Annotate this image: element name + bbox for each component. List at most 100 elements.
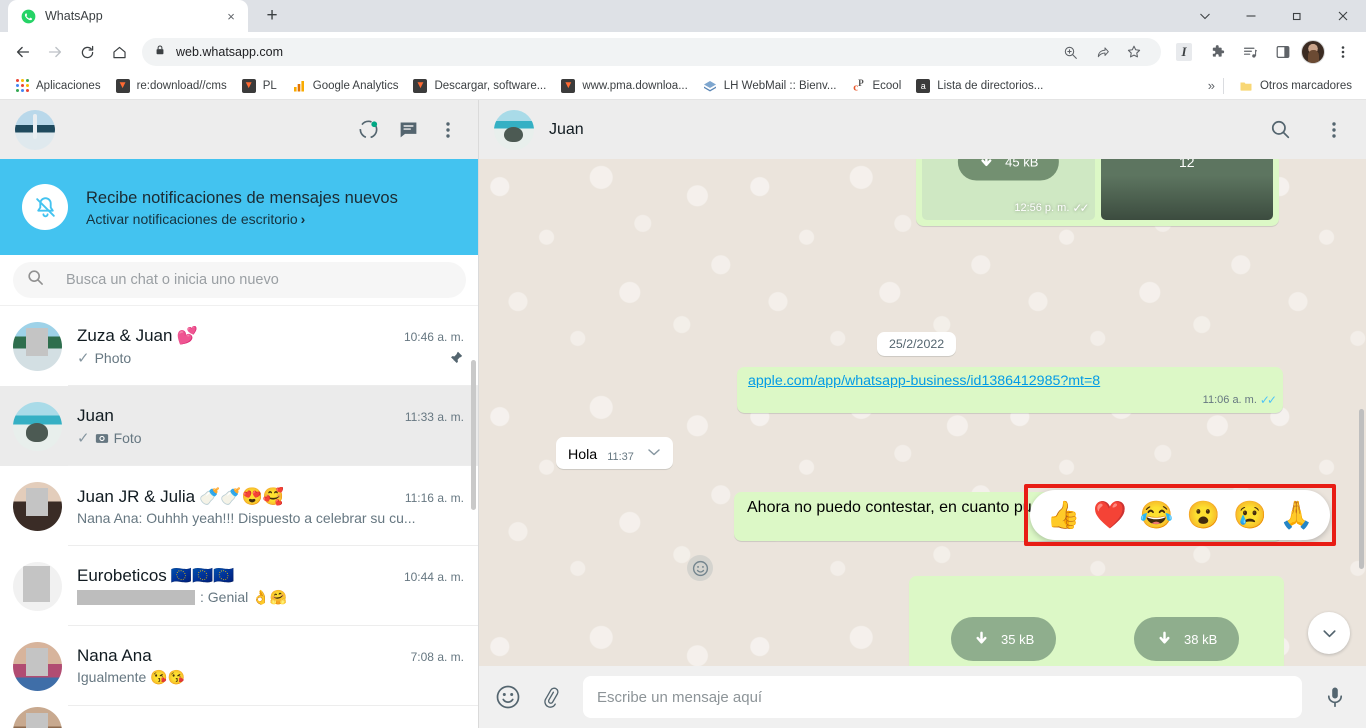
share-icon[interactable]	[1087, 37, 1117, 67]
bookmark-apps[interactable]: Aplicaciones	[8, 75, 107, 97]
message-area[interactable]: 45 kB 12:56 p. m. ✓✓ 12 25/2/2022 apple.…	[479, 159, 1366, 666]
message-meta: 12:56 p. m. ✓✓	[1014, 201, 1089, 215]
avatar[interactable]	[13, 401, 62, 451]
reload-icon[interactable]	[72, 37, 102, 67]
link-text[interactable]: apple.com/app/whatsapp-business/id138641…	[748, 373, 1274, 389]
chat-name-text: Nana Ana	[77, 646, 152, 665]
status-ring-icon[interactable]	[354, 116, 382, 144]
contact-avatar[interactable]	[494, 109, 534, 150]
download-size: 38 kB	[1184, 631, 1218, 647]
avatar[interactable]	[13, 706, 62, 728]
list-item[interactable]: Nana Ana 7:08 a. m. Igualmente 😘😘	[0, 626, 478, 706]
bookmark-pl[interactable]: ▼ PL	[235, 75, 283, 97]
maximize-icon[interactable]	[1274, 0, 1320, 32]
bookmark-lh-webmail[interactable]: LH WebMail :: Bienv...	[696, 75, 843, 97]
chat-name: Eurobeticos 🇪🇺🇪🇺🇪🇺	[77, 566, 234, 586]
chat-preview: ✓ Photo	[77, 349, 131, 367]
reading-list-icon[interactable]	[1235, 37, 1265, 67]
attachments-message-bubble[interactable]: 35 kB 38 kB	[909, 576, 1284, 666]
camera-icon	[95, 431, 109, 445]
message-input[interactable]: Escribe un mensaje aquí	[583, 676, 1302, 718]
media-thumbnail-1[interactable]: 45 kB 12:56 p. m. ✓✓	[922, 159, 1095, 220]
chevron-right-icon: ›	[300, 210, 306, 227]
whatsapp-app: Recibe notificaciones de mensajes nuevos…	[0, 100, 1366, 728]
zoom-icon[interactable]	[1055, 37, 1085, 67]
search-icon[interactable]	[1266, 116, 1294, 144]
double-tick-icon: ✓✓	[1072, 201, 1089, 215]
search-bar-wrapper: Busca un chat o inicia uno nuevo	[0, 255, 478, 306]
chat-name: Juan JR & Julia 🍼🍼😍🥰	[77, 487, 284, 507]
avatar[interactable]	[13, 561, 62, 611]
minimize-icon[interactable]	[1228, 0, 1274, 32]
profile-avatar[interactable]	[1301, 40, 1325, 64]
download-button[interactable]: 45 kB	[958, 159, 1059, 180]
microphone-icon[interactable]	[1320, 682, 1350, 712]
side-panel-icon[interactable]	[1268, 37, 1298, 67]
italic-extension-icon[interactable]: I	[1169, 37, 1199, 67]
ecool-icon: cP	[853, 77, 864, 94]
other-bookmarks-button[interactable]: Otros marcadores	[1232, 75, 1358, 97]
chrome-menu-icon[interactable]	[1328, 37, 1358, 67]
avatar[interactable]	[13, 641, 62, 691]
bookmarks-overflow-button[interactable]: »	[1208, 78, 1215, 93]
close-icon[interactable]: ×	[222, 7, 240, 25]
redacted-sender	[77, 590, 195, 605]
home-icon[interactable]	[104, 37, 134, 67]
bookmark-google-analytics[interactable]: Google Analytics	[285, 75, 405, 97]
new-chat-icon[interactable]	[394, 116, 422, 144]
download-button-1[interactable]: 35 kB	[951, 617, 1057, 661]
avatar[interactable]	[13, 481, 62, 531]
search-input[interactable]: Busca un chat o inicia uno nuevo	[13, 262, 466, 298]
emoji-icon[interactable]	[493, 682, 523, 712]
chat-scrollbar[interactable]	[1359, 409, 1364, 569]
bookmark-ecool[interactable]: cP Ecool	[844, 75, 907, 97]
download-size: 45 kB	[1005, 159, 1039, 169]
desktop-notification-banner[interactable]: Recibe notificaciones de mensajes nuevos…	[0, 159, 478, 255]
bookmarks-overflow-zone: » Otros marcadores	[1208, 75, 1358, 97]
extensions-icon[interactable]	[1202, 37, 1232, 67]
chat-preview: Igualmente 😘😘	[77, 669, 186, 685]
tab-search-icon[interactable]	[1182, 0, 1228, 32]
menu-dots-icon[interactable]	[1320, 116, 1348, 144]
message-meta: 11:06 a. m. ✓✓	[1203, 393, 1277, 407]
chat-list[interactable]: Zuza & Juan 💕 10:46 a. m. ✓ Photo Juan 1…	[0, 306, 478, 728]
bookmark-pma-download[interactable]: ▼ www.pma.downloa...	[554, 75, 693, 97]
chevron-down-icon[interactable]	[646, 444, 662, 463]
webmail-icon	[702, 78, 718, 94]
list-item[interactable]	[0, 706, 478, 728]
scroll-to-bottom-button[interactable]	[1308, 612, 1350, 654]
close-window-icon[interactable]	[1320, 0, 1366, 32]
list-item[interactable]: Eurobeticos 🇪🇺🇪🇺🇪🇺 10:44 a. m. : Genial …	[0, 546, 478, 626]
menu-dots-icon[interactable]	[434, 116, 462, 144]
avatar[interactable]	[13, 321, 62, 371]
browser-tab-whatsapp[interactable]: WhatsApp ×	[8, 0, 248, 32]
notification-subtitle[interactable]: Activar notificaciones de escritorio ›	[86, 211, 398, 227]
user-avatar[interactable]	[15, 109, 55, 150]
media-thumbnail-2[interactable]: 12	[1100, 159, 1273, 220]
paperclip-icon[interactable]	[535, 682, 565, 712]
incoming-message-bubble[interactable]: Hola 11:37	[556, 437, 673, 469]
star-icon[interactable]	[1119, 37, 1149, 67]
bookmark-descargar-software[interactable]: ▼ Descargar, software...	[406, 75, 552, 97]
emoji-react-icon[interactable]	[687, 555, 713, 581]
link-message-bubble[interactable]: apple.com/app/whatsapp-business/id138641…	[737, 367, 1283, 413]
address-bar[interactable]: web.whatsapp.com	[142, 38, 1161, 66]
download-button-2[interactable]: 38 kB	[1134, 617, 1240, 661]
media-message-bubble[interactable]: 45 kB 12:56 p. m. ✓✓ 12	[916, 159, 1279, 226]
chat-sidebar: Recibe notificaciones de mensajes nuevos…	[0, 100, 479, 728]
list-item[interactable]: Juan 11:33 a. m. ✓ Foto	[0, 386, 478, 466]
chat-header[interactable]: Juan	[479, 100, 1366, 159]
bookmark-redownload-cms[interactable]: ▼ re:download//cms	[109, 75, 233, 97]
list-item[interactable]: Zuza & Juan 💕 10:46 a. m. ✓ Photo	[0, 306, 478, 386]
list-item[interactable]: Juan JR & Julia 🍼🍼😍🥰 11:16 a. m. Nana An…	[0, 466, 478, 546]
back-icon[interactable]	[8, 37, 38, 67]
forward-icon[interactable]	[40, 37, 70, 67]
download-icon	[976, 631, 987, 644]
chat-name-emoji: 🍼🍼😍🥰	[199, 486, 284, 506]
bookmark-lista-directorios[interactable]: a Lista de directorios...	[909, 75, 1049, 97]
download-icon	[981, 159, 992, 166]
chat-list-scrollbar[interactable]	[471, 360, 476, 510]
timestamp: 11:37	[607, 451, 634, 463]
new-tab-button[interactable]: +	[258, 2, 286, 30]
chat-time: 10:46 a. m.	[403, 329, 464, 344]
